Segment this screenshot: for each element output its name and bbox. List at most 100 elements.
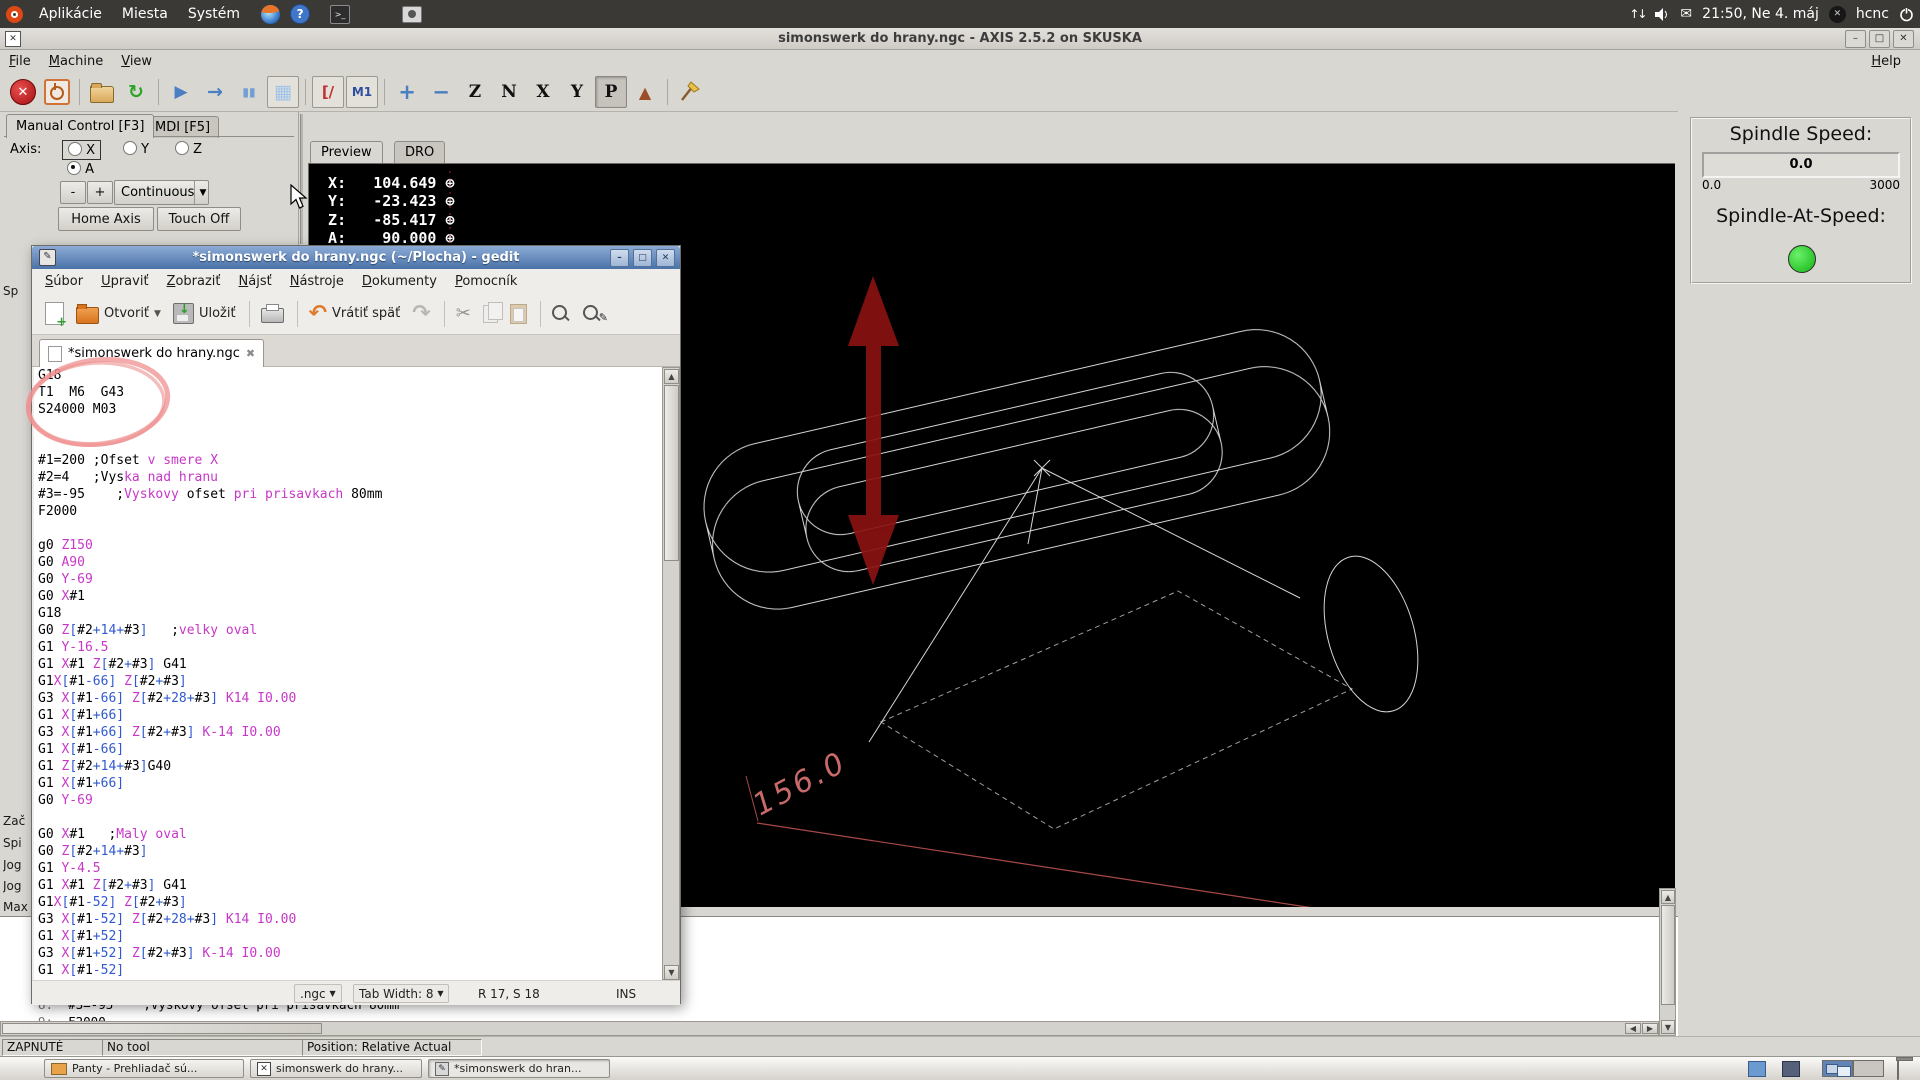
- taskbar-button[interactable]: ✎*simonswerk do hran...: [428, 1059, 610, 1078]
- taskbar-button[interactable]: ✕simonswerk do hrany...: [250, 1059, 422, 1078]
- clock[interactable]: 21:50, Ne 4. máj: [1702, 6, 1819, 22]
- user-name[interactable]: hcnc: [1856, 6, 1889, 22]
- workspace-1[interactable]: [1822, 1060, 1853, 1077]
- pause-button[interactable]: ▮▮: [233, 76, 265, 108]
- tab-mdi[interactable]: MDI [F5]: [146, 116, 219, 138]
- mail-icon[interactable]: ✉: [1680, 6, 1692, 22]
- minimize-button[interactable]: –: [1845, 30, 1866, 48]
- axis-radio-z[interactable]: Z: [170, 140, 207, 158]
- chevron-down-icon[interactable]: ▼: [154, 309, 161, 319]
- top-menu-miesta[interactable]: Miesta: [112, 3, 178, 25]
- clear-plot-button[interactable]: [674, 76, 706, 108]
- jog-plus-button[interactable]: +: [87, 181, 113, 204]
- listing-hthumb[interactable]: [2, 1023, 322, 1034]
- view-y-button[interactable]: Y: [561, 76, 593, 108]
- home-axis-button[interactable]: Home Axis: [58, 207, 154, 231]
- power-icon[interactable]: [1899, 7, 1914, 22]
- gedit-menu-súbor[interactable]: Súbor: [36, 272, 92, 291]
- new-document-button[interactable]: [40, 299, 69, 328]
- distro-logo-icon[interactable]: [6, 6, 23, 23]
- document-tab[interactable]: *simonswerk do hrany.ngc ✖: [39, 339, 264, 367]
- gedit-menu-dokumenty[interactable]: Dokumenty: [353, 272, 446, 291]
- tab-preview[interactable]: Preview: [310, 141, 383, 163]
- touch-off-button[interactable]: Touch Off: [157, 207, 241, 231]
- menu-view[interactable]: View: [112, 52, 161, 71]
- top-menu-systém[interactable]: Systém: [178, 3, 250, 25]
- code-editor[interactable]: G18T1 M6 G43S24000 M03 #1=200 ;Ofset v s…: [34, 367, 662, 980]
- step-button[interactable]: →: [199, 76, 231, 108]
- find-button[interactable]: [547, 300, 576, 327]
- run-program-button[interactable]: ▶: [165, 76, 197, 108]
- network-icon[interactable]: ↑↓: [1629, 7, 1645, 21]
- machine-power-button[interactable]: [41, 76, 73, 108]
- gedit-menu-nástroje[interactable]: Nástroje: [281, 272, 353, 291]
- zoom-out-button[interactable]: −: [425, 76, 457, 108]
- close-icon[interactable]: ✖: [246, 347, 255, 360]
- minimize-button[interactable]: –: [610, 249, 629, 267]
- gedit-menu-upraviť[interactable]: Upraviť: [92, 272, 157, 291]
- open-file-button[interactable]: [86, 76, 118, 108]
- rotate-view-button[interactable]: ▲: [629, 76, 661, 108]
- tab-manual-control[interactable]: Manual Control [F3]: [6, 114, 154, 138]
- workspace-2[interactable]: [1853, 1060, 1884, 1077]
- taskbar-button[interactable]: Panty - Prehliadač sú...: [44, 1059, 244, 1078]
- reload-file-button[interactable]: ↻: [120, 76, 152, 108]
- undo-button[interactable]: ↶ Vrátiť späť: [304, 303, 406, 325]
- scroll-down-icon[interactable]: ▼: [664, 965, 679, 980]
- stop-button[interactable]: ▦: [267, 76, 299, 108]
- volume-icon[interactable]: [1655, 8, 1670, 21]
- menu-machine[interactable]: Machine: [40, 52, 112, 71]
- screenshot-icon[interactable]: [402, 4, 422, 24]
- tab-dro[interactable]: DRO: [394, 141, 445, 163]
- jog-mode-combo[interactable]: Continuous ▼: [114, 180, 209, 205]
- listing-vscrollbar[interactable]: ▲ ▼: [1659, 888, 1676, 1036]
- menu-file[interactable]: File: [0, 52, 40, 71]
- user-switcher-icon[interactable]: ✕: [1829, 6, 1846, 23]
- help-icon[interactable]: ?: [290, 4, 310, 24]
- trash-icon[interactable]: [1897, 1060, 1899, 1079]
- maximize-button[interactable]: □: [1869, 30, 1890, 48]
- gedit-menu-pomocník[interactable]: Pomocník: [446, 272, 527, 291]
- top-menu-aplikácie[interactable]: Aplikácie: [29, 3, 112, 25]
- gedit-vscrollbar[interactable]: ▲ ▼: [662, 367, 680, 980]
- gedit-menu-nájsť[interactable]: Nájsť: [230, 272, 281, 291]
- panel-applet-icon[interactable]: [1748, 1061, 1766, 1077]
- redo-button[interactable]: ↷: [407, 303, 435, 325]
- axis-radio-a[interactable]: A: [62, 160, 99, 178]
- close-button[interactable]: ✕: [656, 249, 675, 267]
- estop-button[interactable]: ✕: [7, 76, 39, 108]
- workspace-switcher[interactable]: [1822, 1060, 1884, 1077]
- scroll-up-icon[interactable]: ▲: [664, 369, 679, 384]
- menu-help[interactable]: Help: [1862, 52, 1910, 71]
- replace-button[interactable]: ✎: [578, 300, 613, 327]
- optional-stop-button[interactable]: M1: [346, 76, 378, 108]
- scroll-right-icon[interactable]: ▶: [1642, 1023, 1658, 1034]
- cut-button[interactable]: ✂: [451, 300, 476, 327]
- axis-radio-x[interactable]: X: [62, 140, 101, 160]
- close-button[interactable]: ✕: [1893, 30, 1914, 48]
- view-x-button[interactable]: X: [527, 76, 559, 108]
- listing-vthumb[interactable]: [1661, 905, 1675, 1005]
- listing-hscrollbar[interactable]: ◀ ▶: [0, 1021, 1659, 1036]
- scroll-up-icon[interactable]: ▲: [1661, 890, 1675, 904]
- gedit-vthumb[interactable]: [664, 385, 679, 561]
- tab-width-combo[interactable]: Tab Width: 8 ▼: [353, 984, 449, 1003]
- save-button[interactable]: Uložiť: [168, 300, 241, 327]
- skip-lines-button[interactable]: [/: [312, 76, 344, 108]
- axis-radio-y[interactable]: Y: [118, 140, 154, 158]
- gedit-menu-zobraziť[interactable]: Zobraziť: [158, 272, 230, 291]
- gedit-titlebar[interactable]: ✎ *simonswerk do hrany.ngc (~/Plocha) - …: [32, 246, 680, 269]
- jog-minus-button[interactable]: -: [60, 181, 86, 204]
- open-button[interactable]: Otvoriť ▼: [71, 301, 166, 327]
- maximize-button[interactable]: □: [633, 249, 652, 267]
- firefox-icon[interactable]: [260, 4, 280, 24]
- scroll-down-icon[interactable]: ▼: [1661, 1020, 1675, 1034]
- panel-sash[interactable]: [300, 114, 303, 244]
- language-combo[interactable]: .ngc ▼: [294, 984, 342, 1003]
- view-z-rotated-button[interactable]: N: [493, 76, 525, 108]
- terminal-icon[interactable]: >_: [330, 4, 350, 24]
- print-button[interactable]: [256, 301, 289, 326]
- scroll-left-icon[interactable]: ◀: [1625, 1023, 1641, 1034]
- view-perspective-button[interactable]: P: [595, 76, 627, 108]
- panel-applet2-icon[interactable]: [1782, 1061, 1800, 1077]
